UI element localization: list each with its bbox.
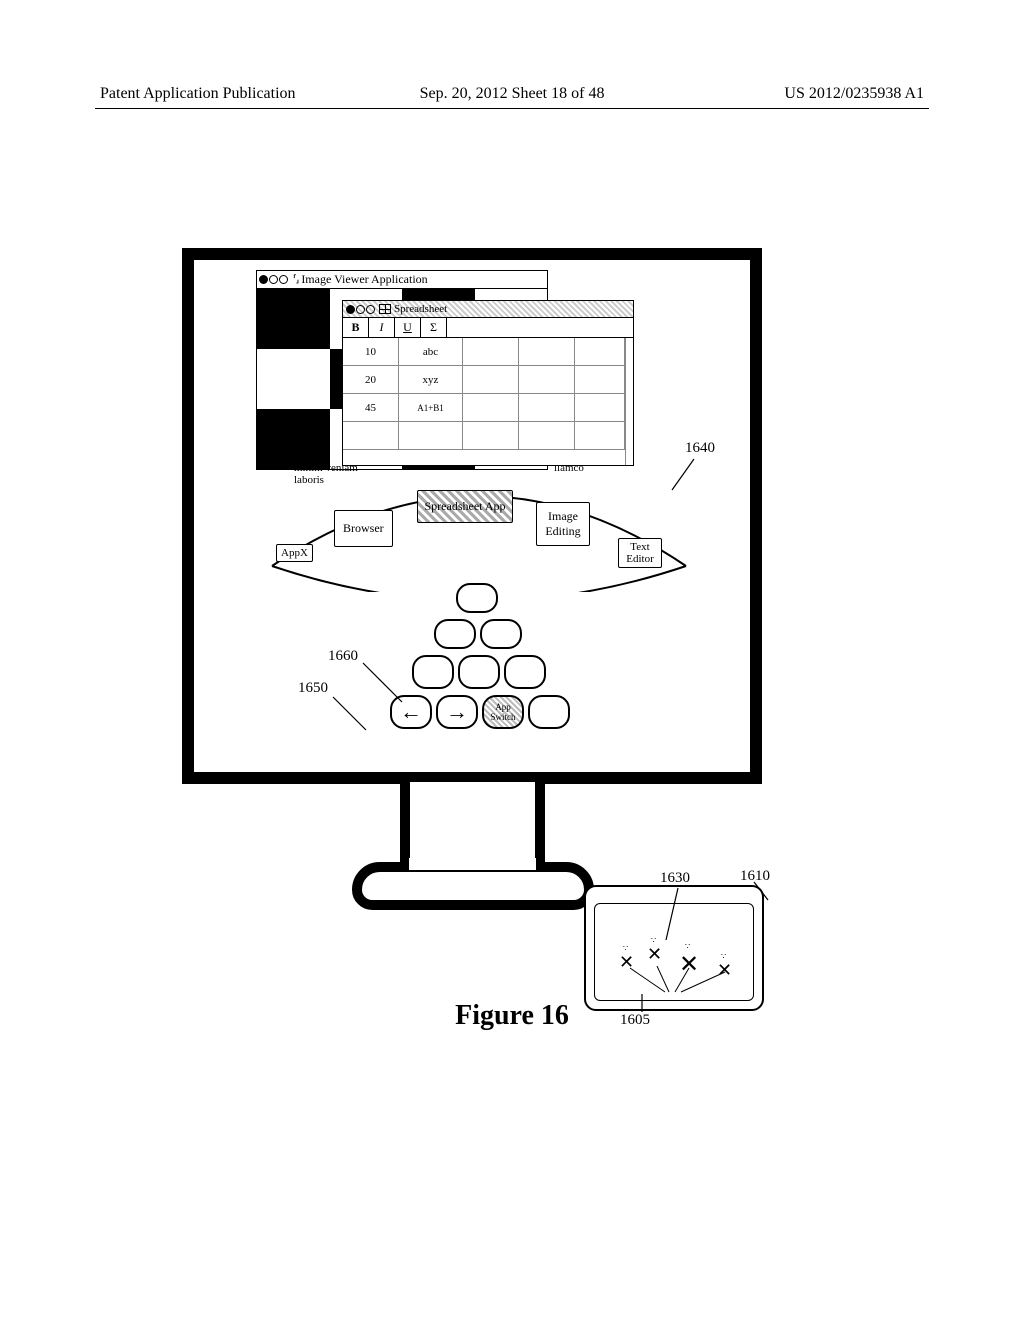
underline-button[interactable]: U — [395, 318, 421, 337]
spreadsheet-window: Spreadsheet B I U Σ 10 abc 20 xyz 45 A1+… — [342, 300, 634, 466]
vkey-right-arrow[interactable]: → — [436, 695, 478, 729]
arrow-right-icon: → — [438, 699, 476, 725]
image-viewer-titlebar: ⸢ ⸥ Image Viewer Application — [257, 271, 547, 289]
cell-b1[interactable]: abc — [399, 338, 463, 366]
ref-1650-lead — [330, 694, 380, 744]
scrollbar[interactable] — [625, 338, 633, 465]
arc-path — [262, 466, 696, 592]
header-left: Patent Application Publication — [100, 85, 296, 103]
ref-1660: 1660 — [328, 648, 358, 665]
app-card-appx[interactable]: AppX — [276, 544, 313, 562]
cell-a1[interactable]: 10 — [343, 338, 399, 366]
header-right: US 2012/0235938 A1 — [784, 85, 924, 103]
bold-button[interactable]: B — [343, 318, 369, 337]
cell-b2[interactable]: xyz — [399, 366, 463, 394]
ref-1650: 1650 — [298, 680, 328, 697]
app-card-text-editor[interactable]: Text Editor — [618, 538, 662, 568]
ref-1640: 1640 — [685, 440, 715, 457]
zoom-icon[interactable] — [366, 305, 375, 314]
grid-icon — [379, 304, 391, 314]
header-mid: Sep. 20, 2012 Sheet 18 of 48 — [420, 85, 605, 103]
ref-1630: 1630 — [660, 870, 690, 887]
ref-1610-lead — [748, 880, 778, 910]
vkey[interactable] — [434, 619, 476, 649]
expand-icon[interactable]: ⸢ ⸥ — [293, 274, 297, 285]
spreadsheet-grid[interactable]: 10 abc 20 xyz 45 A1+B1 — [343, 338, 633, 450]
page-header: Patent Application Publication Sep. 20, … — [100, 85, 924, 103]
ref-1630-lead — [664, 886, 704, 946]
vkey-app-switch[interactable]: App Switch — [482, 695, 524, 729]
vkey[interactable] — [480, 619, 522, 649]
spreadsheet-titlebar: Spreadsheet — [343, 301, 633, 318]
image-viewer-title: Image Viewer Application — [301, 272, 427, 287]
spreadsheet-title: Spreadsheet — [394, 303, 447, 315]
cell-b3[interactable]: A1+B1 — [399, 394, 463, 422]
spreadsheet-toolbar: B I U Σ — [343, 318, 633, 338]
zoom-icon[interactable] — [279, 275, 288, 284]
vkey[interactable] — [412, 655, 454, 689]
app-card-image-editing[interactable]: Image Editing — [536, 502, 590, 546]
vkey[interactable] — [528, 695, 570, 729]
touch-point-icon: ✕ — [647, 944, 662, 965]
cell-a3[interactable]: 45 — [343, 394, 399, 422]
app-card-spreadsheet[interactable]: Spreadsheet App — [417, 490, 513, 523]
app-switcher-arc: AppX Browser Spreadsheet App Image Editi… — [262, 466, 696, 592]
sum-button[interactable]: Σ — [421, 318, 447, 337]
vkey[interactable] — [504, 655, 546, 689]
close-icon[interactable] — [259, 275, 268, 284]
minimize-icon[interactable] — [269, 275, 278, 284]
cell-a2[interactable]: 20 — [343, 366, 399, 394]
minimize-icon[interactable] — [356, 305, 365, 314]
app-card-browser[interactable]: Browser — [334, 510, 393, 547]
vkey[interactable] — [458, 655, 500, 689]
close-icon[interactable] — [346, 305, 355, 314]
italic-button[interactable]: I — [369, 318, 395, 337]
figure-caption: Figure 16 — [0, 1000, 1024, 1032]
monitor-screen: ⸢ ⸥ Image Viewer Application Spreadsheet… — [182, 248, 762, 784]
header-divider — [95, 108, 929, 109]
